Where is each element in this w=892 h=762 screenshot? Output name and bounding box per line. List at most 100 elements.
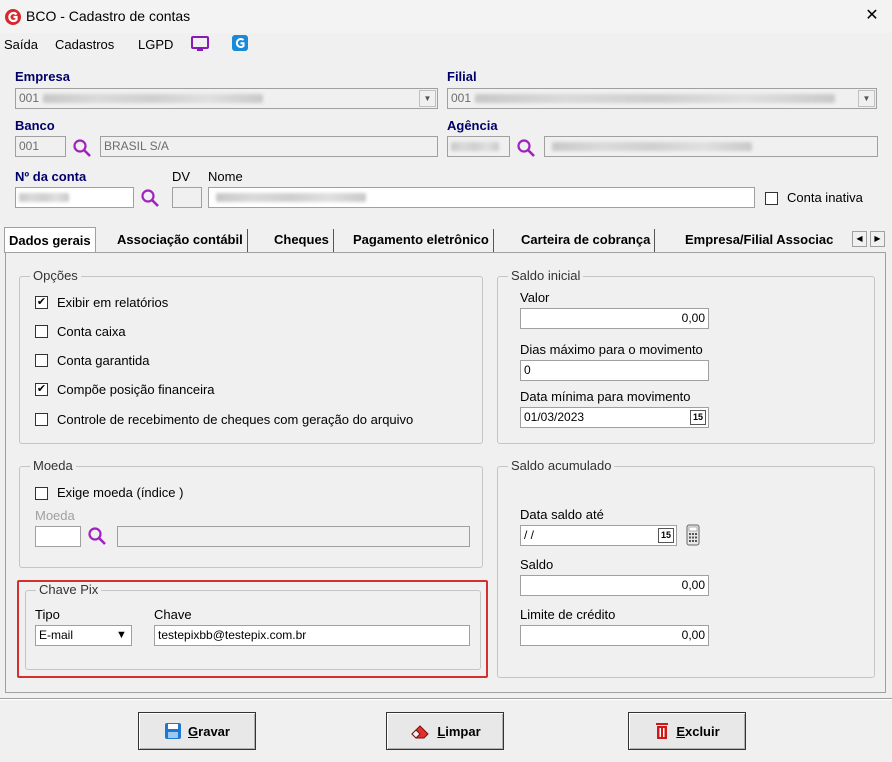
filial-combo[interactable]: 001 ▼ (447, 88, 877, 109)
conta-inativa-label: Conta inativa (787, 190, 863, 205)
banco-name-field: BRASIL S/A (100, 136, 438, 157)
data-minima-label: Data mínima para movimento (520, 389, 691, 404)
search-icon[interactable] (87, 526, 107, 546)
tab-cheques[interactable]: Cheques (270, 229, 334, 253)
filial-name-redacted (475, 94, 836, 104)
moeda-name-field (117, 526, 470, 547)
empresa-label: Empresa (15, 69, 70, 84)
moeda-title: Moeda (30, 458, 76, 473)
conta-label: Nº da conta (15, 169, 87, 184)
valor-field[interactable]: 0,00 (520, 308, 709, 329)
banco-label: Banco (15, 118, 55, 133)
filial-label: Filial (447, 69, 477, 84)
conta-redacted (19, 193, 69, 203)
saldo-field[interactable]: 0,00 (520, 575, 709, 596)
moeda-group: Moeda (19, 458, 483, 568)
exige-moeda-checkbox[interactable] (35, 487, 48, 500)
save-icon (165, 723, 182, 739)
tab-carteira-cobranca[interactable]: Carteira de cobrança (517, 229, 656, 253)
tab-strip: Dados gerais Associação contábil Cheques… (4, 227, 890, 253)
exibir-relatorios-checkbox[interactable]: ✔ (35, 296, 48, 309)
excluir-label: xcluir (684, 723, 720, 739)
calculator-icon[interactable] (686, 524, 700, 546)
dv-label: DV (172, 169, 191, 184)
exibir-relatorios-label: Exibir em relatórios (57, 295, 169, 310)
agencia-name-field (544, 136, 878, 157)
agencia-code-field[interactable] (447, 136, 510, 157)
empresa-code: 001 (19, 91, 40, 105)
controle-cheques-checkbox[interactable] (35, 413, 48, 426)
opcoes-title: Opções (30, 268, 81, 283)
saldo-inicial-title: Saldo inicial (508, 268, 584, 283)
saldo-label: Saldo (520, 557, 554, 572)
data-saldo-label: Data saldo até (520, 507, 604, 522)
empresa-name-redacted (43, 94, 264, 104)
conta-caixa-label: Conta caixa (57, 324, 126, 339)
menu-cadastros[interactable]: Cadastros (55, 37, 114, 52)
dv-field (172, 187, 202, 208)
menu-saida[interactable]: Saída (4, 37, 38, 52)
bottom-separator (0, 698, 892, 700)
data-minima-field[interactable]: 01/03/2023 15 (520, 407, 709, 428)
logo-button-icon[interactable] (231, 34, 249, 52)
limite-credito-label: Limite de crédito (520, 607, 616, 622)
controle-cheques-label: Controle de recebimento de cheques com g… (57, 412, 414, 427)
saldo-acumulado-title: Saldo acumulado (508, 458, 615, 473)
limite-credito-field[interactable]: 0,00 (520, 625, 709, 646)
dias-field[interactable]: 0 (520, 360, 709, 381)
limpar-button[interactable]: Limpar (386, 712, 504, 750)
saldo-acumulado-group: Saldo acumulado (497, 458, 875, 678)
agencia-label: Agência (447, 118, 498, 133)
monitor-icon[interactable] (190, 35, 210, 53)
empresa-combo[interactable]: 001 ▼ (15, 88, 438, 109)
eraser-icon (411, 725, 430, 739)
conta-caixa-checkbox[interactable] (35, 325, 48, 338)
search-icon[interactable] (140, 188, 160, 208)
search-icon[interactable] (72, 138, 92, 158)
agencia-code-redacted (451, 142, 499, 152)
data-saldo-value: / / (524, 528, 535, 542)
conta-garantida-checkbox[interactable] (35, 354, 48, 367)
exige-moeda-label: Exige moeda (índice ) (57, 485, 184, 500)
conta-field[interactable] (15, 187, 134, 208)
menu-lgpd[interactable]: LGPD (138, 37, 173, 52)
valor-label: Valor (520, 290, 550, 305)
compoe-posicao-checkbox[interactable]: ✔ (35, 383, 48, 396)
data-minima-value: 01/03/2023 (524, 410, 585, 424)
highlight-annotation (17, 580, 488, 678)
tab-dados-gerais[interactable]: Dados gerais (4, 227, 96, 253)
window-title: BCO - Cadastro de contas (26, 8, 191, 24)
chevron-down-icon[interactable]: ▼ (858, 90, 875, 107)
tab-scroll-right-icon[interactable]: ▶ (870, 231, 885, 247)
agencia-name-redacted (552, 142, 752, 152)
search-icon[interactable] (516, 138, 536, 158)
calendar-icon[interactable]: 15 (658, 528, 674, 543)
gravar-button[interactable]: Gravar (138, 712, 256, 750)
chevron-down-icon[interactable]: ▼ (419, 90, 436, 107)
moeda-code-field[interactable] (35, 526, 81, 547)
nome-label: Nome (208, 169, 243, 184)
data-saldo-field[interactable]: / / 15 (520, 525, 677, 546)
conta-garantida-label: Conta garantida (57, 353, 150, 368)
limpar-label: impar (445, 723, 481, 739)
moeda-label: Moeda (35, 508, 75, 523)
tab-associacao-contabil[interactable]: Associação contábil (113, 229, 248, 253)
close-button[interactable]: ✕ (862, 6, 882, 26)
compoe-posicao-label: Compõe posição financeira (57, 382, 215, 397)
trash-icon (656, 723, 669, 739)
calendar-icon[interactable]: 15 (690, 410, 706, 425)
app-logo-icon (5, 9, 21, 25)
tab-pagamento-eletronico[interactable]: Pagamento eletrônico (349, 229, 494, 253)
banco-code-field[interactable]: 001 (15, 136, 66, 157)
excluir-mnemonic: E (676, 723, 685, 739)
nome-field[interactable] (208, 187, 755, 208)
excluir-button[interactable]: Excluir (628, 712, 746, 750)
conta-inativa-checkbox[interactable] (765, 192, 778, 205)
tab-empresa-filial[interactable]: Empresa/Filial Associac (681, 229, 851, 253)
filial-code: 001 (451, 91, 472, 105)
gravar-label: ravar (198, 723, 230, 739)
nome-redacted (216, 193, 366, 203)
gravar-mnemonic: G (188, 723, 199, 739)
dias-label: Dias máximo para o movimento (520, 342, 703, 357)
tab-scroll-left-icon[interactable]: ◀ (852, 231, 867, 247)
